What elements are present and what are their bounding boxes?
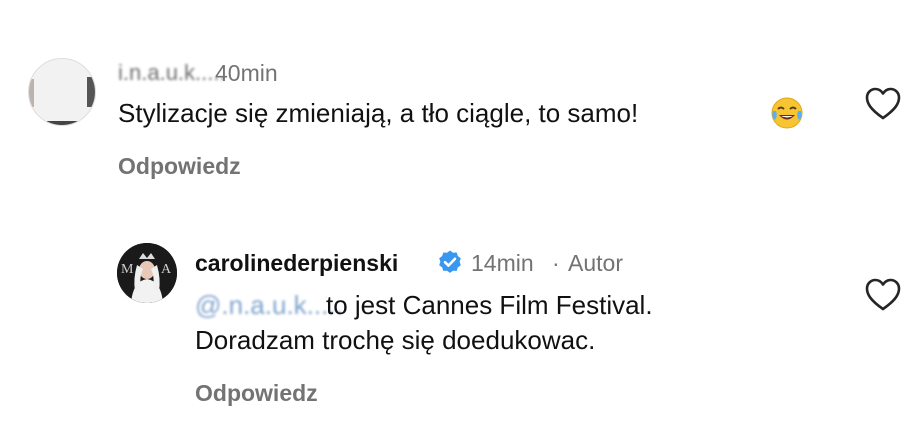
comment-text: Stylizacje się zmieniają, a tło ciągle, …	[118, 98, 639, 128]
username-masked[interactable]: i.n.a.u.k.....	[118, 60, 226, 86]
svg-text:A: A	[161, 262, 172, 277]
username[interactable]: carolinederpienski	[195, 250, 398, 277]
reply-button[interactable]: Odpowiedz	[195, 380, 318, 407]
heart-outline-icon[interactable]	[864, 276, 902, 314]
avatar-image-detail	[47, 121, 79, 125]
comment-text-line: Doradzam trochę się doedukowac.	[195, 325, 596, 355]
verified-badge-icon	[439, 250, 461, 273]
avatar-image-detail	[29, 79, 34, 107]
svg-text:M: M	[121, 262, 134, 277]
reply-button[interactable]: Odpowiedz	[118, 153, 241, 180]
comment-time[interactable]: 14min	[471, 250, 534, 277]
avatar-image-detail	[87, 77, 95, 107]
comment-time[interactable]: 40min	[215, 60, 278, 87]
author-label: Autor	[568, 250, 623, 276]
avatar[interactable]: M A	[117, 243, 177, 303]
comment-text-line: to jest Cannes Film Festival.	[326, 290, 653, 320]
avatar[interactable]	[28, 58, 96, 126]
face-with-tears-of-joy-icon	[771, 97, 803, 129]
heart-outline-icon[interactable]	[864, 85, 902, 123]
avatar-image: M A	[117, 243, 177, 303]
separator-dot: ·	[552, 250, 560, 276]
mention-link[interactable]: @.n.a.u.k.....	[195, 290, 343, 321]
